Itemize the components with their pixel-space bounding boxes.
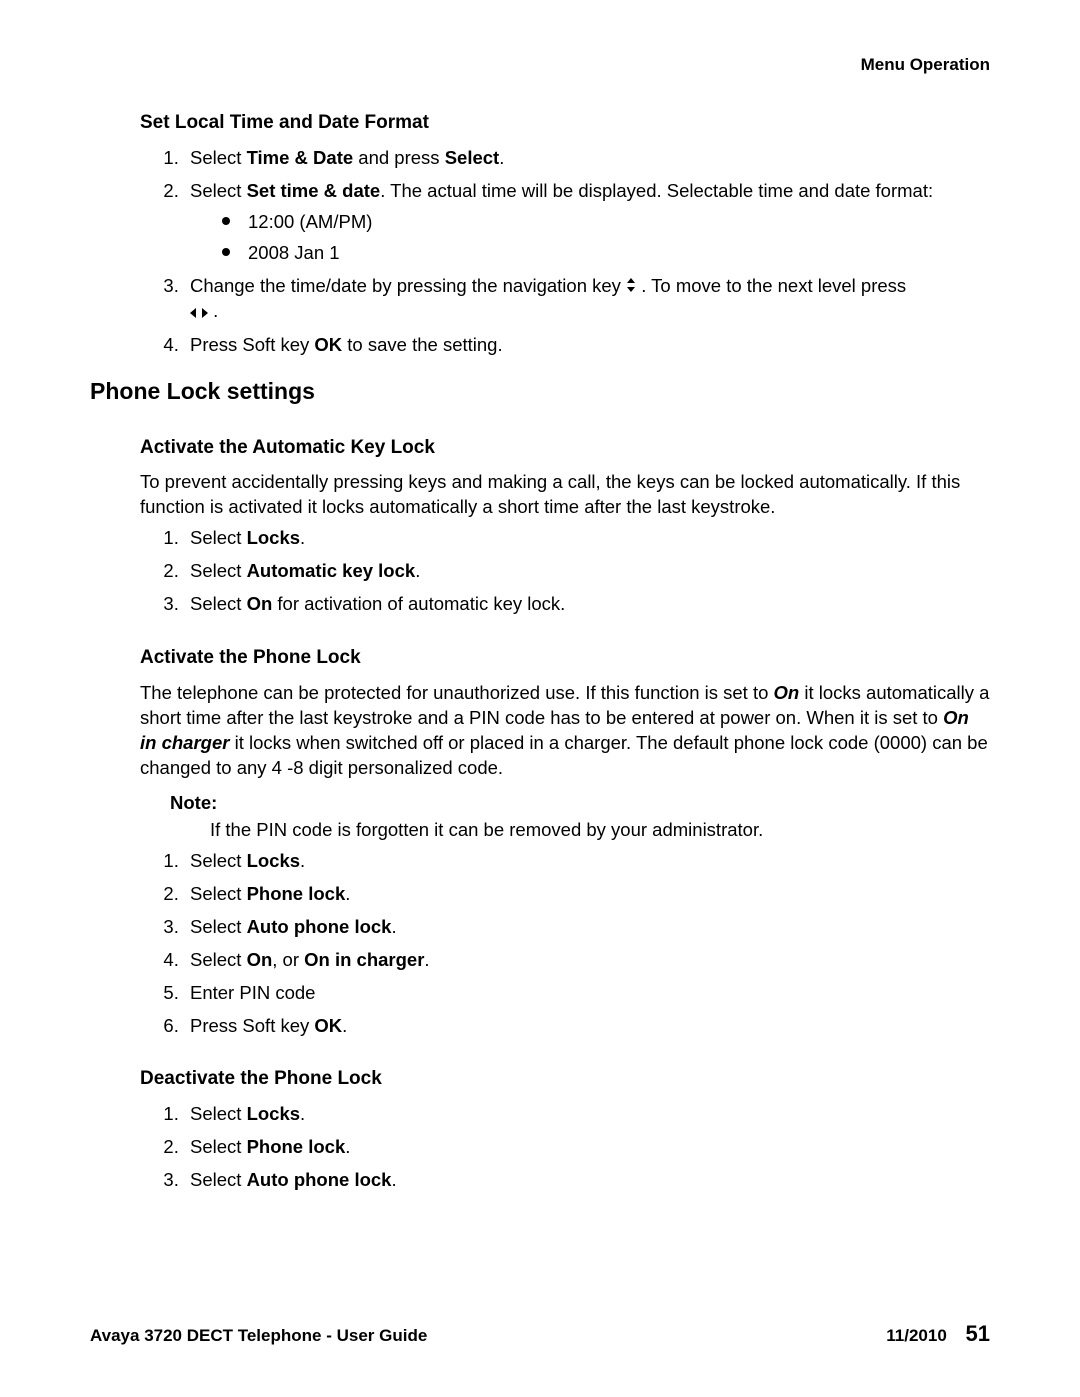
bullet-list: 12:00 (AM/PM) 2008 Jan 1 bbox=[220, 210, 990, 266]
text: Change the time/date by pressing the nav… bbox=[190, 275, 626, 296]
list-item: Select Auto phone lock. bbox=[184, 1168, 990, 1193]
text: . bbox=[300, 850, 305, 871]
paragraph: The telephone can be protected for unaut… bbox=[140, 681, 990, 781]
text: . bbox=[391, 916, 396, 937]
bold: On bbox=[247, 949, 273, 970]
text: Press Soft key bbox=[190, 1015, 314, 1036]
text: Select bbox=[190, 916, 247, 937]
heading-phone-lock-settings: Phone Lock settings bbox=[90, 376, 990, 407]
list-item: Select Time & Date and press Select. bbox=[184, 146, 990, 171]
text: , or bbox=[272, 949, 304, 970]
text: . bbox=[424, 949, 429, 970]
text: Select bbox=[190, 850, 247, 871]
text: . bbox=[213, 300, 218, 321]
text: . To move to the next level press bbox=[641, 275, 906, 296]
list-item: Enter PIN code bbox=[184, 981, 990, 1006]
note-text: If the PIN code is forgotten it can be r… bbox=[210, 818, 990, 843]
bold: Phone lock bbox=[247, 883, 346, 904]
text: Select bbox=[190, 1136, 247, 1157]
text: . bbox=[300, 527, 305, 548]
text: Select bbox=[190, 1103, 247, 1124]
heading-activate-phone-lock: Activate the Phone Lock bbox=[140, 645, 990, 671]
text: Select bbox=[190, 180, 247, 201]
text: . bbox=[300, 1103, 305, 1124]
footer-page-number: 51 bbox=[966, 1321, 990, 1346]
content: Set Local Time and Date Format Select Ti… bbox=[90, 55, 990, 1193]
left-right-arrow-icon bbox=[190, 300, 208, 325]
bold: Time & Date bbox=[247, 147, 354, 168]
text: Select bbox=[190, 593, 247, 614]
bullet-item: 2008 Jan 1 bbox=[220, 241, 990, 266]
list-item: Select On, or On in charger. bbox=[184, 948, 990, 973]
list-item: Select Set time & date. The actual time … bbox=[184, 179, 990, 266]
list-activate-phone-lock: Select Locks. Select Phone lock. Select … bbox=[140, 849, 990, 1039]
footer: Avaya 3720 DECT Telephone - User Guide 1… bbox=[90, 1321, 990, 1347]
bold: Locks bbox=[247, 527, 300, 548]
bold: Set time & date bbox=[247, 180, 381, 201]
bold: Auto phone lock bbox=[247, 916, 392, 937]
bullet-item: 12:00 (AM/PM) bbox=[220, 210, 990, 235]
text: The telephone can be protected for unaut… bbox=[140, 682, 774, 703]
list-item: Press Soft key OK. bbox=[184, 1014, 990, 1039]
list-set-time-date: Select Time & Date and press Select. Sel… bbox=[140, 146, 990, 358]
list-activate-auto-key-lock: Select Locks. Select Automatic key lock.… bbox=[140, 526, 990, 617]
list-item: Change the time/date by pressing the nav… bbox=[184, 274, 990, 325]
list-item: Select Phone lock. bbox=[184, 882, 990, 907]
list-item: Press Soft key OK to save the setting. bbox=[184, 333, 990, 358]
footer-right: 11/2010 51 bbox=[886, 1321, 990, 1347]
bold: Phone lock bbox=[247, 1136, 346, 1157]
bold: On bbox=[247, 593, 273, 614]
list-item: Select On for activation of automatic ke… bbox=[184, 592, 990, 617]
heading-set-time-date: Set Local Time and Date Format bbox=[140, 110, 990, 136]
up-down-arrow-icon bbox=[626, 274, 636, 299]
text: Press Soft key bbox=[190, 334, 314, 355]
text: for activation of automatic key lock. bbox=[272, 593, 565, 614]
footer-title: Avaya 3720 DECT Telephone - User Guide bbox=[90, 1326, 427, 1346]
bold: OK bbox=[314, 334, 342, 355]
text: . bbox=[499, 147, 504, 168]
text: . bbox=[345, 1136, 350, 1157]
bold: Locks bbox=[247, 1103, 300, 1124]
text: and press bbox=[353, 147, 445, 168]
bold-italic: On bbox=[774, 682, 800, 703]
bold: Select bbox=[445, 147, 500, 168]
text: Select bbox=[190, 527, 247, 548]
text: Select bbox=[190, 949, 247, 970]
list-item: Select Locks. bbox=[184, 1102, 990, 1127]
list-item: Select Locks. bbox=[184, 526, 990, 551]
text: Select bbox=[190, 1169, 247, 1190]
list-item: Select Auto phone lock. bbox=[184, 915, 990, 940]
footer-date: 11/2010 bbox=[886, 1326, 947, 1345]
bold: OK bbox=[314, 1015, 342, 1036]
header-section: Menu Operation bbox=[861, 55, 990, 75]
text: . bbox=[415, 560, 420, 581]
text: . The actual time will be displayed. Sel… bbox=[380, 180, 933, 201]
text: it locks when switched off or placed in … bbox=[140, 732, 988, 778]
paragraph: To prevent accidentally pressing keys an… bbox=[140, 470, 990, 520]
page: Menu Operation Set Local Time and Date F… bbox=[0, 0, 1080, 1397]
list-item: Select Automatic key lock. bbox=[184, 559, 990, 584]
list-item: Select Phone lock. bbox=[184, 1135, 990, 1160]
bold: Automatic key lock bbox=[247, 560, 416, 581]
text: Select bbox=[190, 147, 247, 168]
text: . bbox=[391, 1169, 396, 1190]
note-block: Note: If the PIN code is forgotten it ca… bbox=[170, 791, 990, 843]
text: Select bbox=[190, 560, 247, 581]
heading-deactivate-phone-lock: Deactivate the Phone Lock bbox=[140, 1066, 990, 1092]
text: to save the setting. bbox=[342, 334, 502, 355]
text: . bbox=[342, 1015, 347, 1036]
bold: Auto phone lock bbox=[247, 1169, 392, 1190]
bold: Locks bbox=[247, 850, 300, 871]
bold: On in charger bbox=[304, 949, 424, 970]
note-label: Note: bbox=[170, 791, 990, 816]
text: Select bbox=[190, 883, 247, 904]
list-item: Select Locks. bbox=[184, 849, 990, 874]
heading-activate-auto-key-lock: Activate the Automatic Key Lock bbox=[140, 435, 990, 461]
text: . bbox=[345, 883, 350, 904]
list-deactivate-phone-lock: Select Locks. Select Phone lock. Select … bbox=[140, 1102, 990, 1193]
